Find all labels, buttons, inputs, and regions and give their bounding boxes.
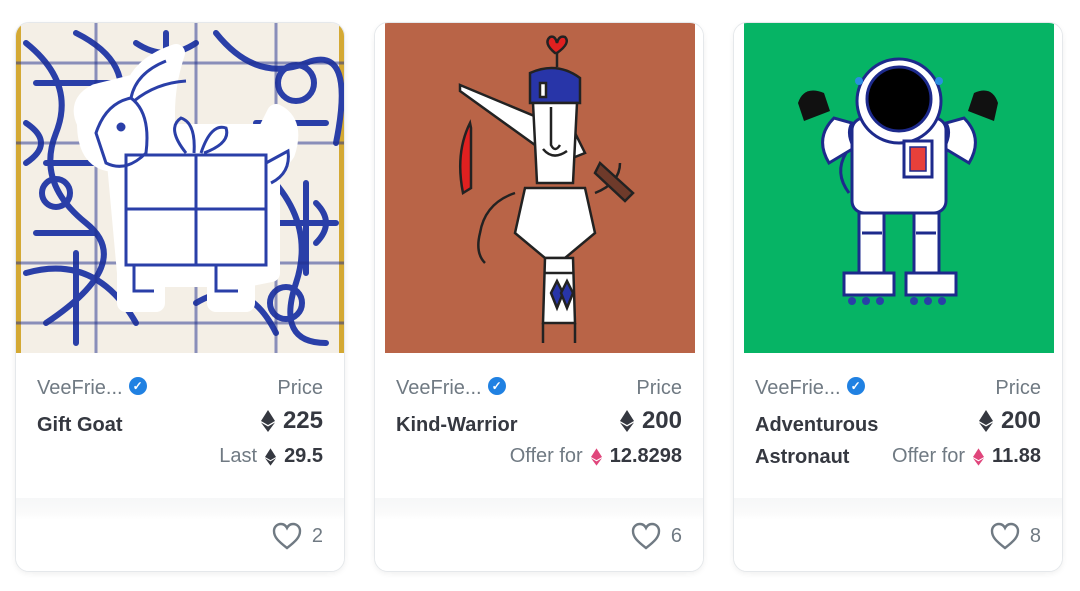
nft-name[interactable]: Kind-Warrior [396, 409, 556, 441]
best-offer-value: 12.8298 [609, 445, 682, 467]
price-value: 200 [978, 407, 1041, 435]
best-offer-label: Offer for [509, 445, 583, 467]
nft-image-goat[interactable] [16, 23, 344, 353]
nft-card[interactable]: VeeFrie... ✓ Adventurous Astronaut Price… [733, 22, 1063, 572]
goat-artwork [16, 23, 344, 353]
price-label: Price [995, 377, 1041, 399]
verified-badge-icon: ✓ [128, 376, 147, 395]
astronaut-artwork [734, 23, 1062, 353]
card-info: VeeFrie... ✓ Kind-Warrior Price 200 Offe… [375, 353, 703, 498]
collection-link[interactable]: VeeFrie... [37, 377, 123, 400]
favorite-count: 8 [1029, 524, 1041, 547]
collection-link[interactable]: VeeFrie... [396, 377, 482, 400]
last-sale-value: 29.5 [284, 445, 323, 467]
nft-image-astronaut[interactable] [734, 23, 1062, 353]
nft-image-warrior[interactable] [375, 23, 703, 353]
favorite-button[interactable]: 2 [272, 522, 323, 550]
best-offer: Offer for 12.8298 [510, 445, 682, 468]
warrior-artwork [375, 23, 703, 353]
favorite-count: 2 [311, 524, 323, 547]
nft-name[interactable]: Gift Goat [37, 409, 197, 441]
best-offer-label: Offer for [892, 445, 966, 467]
price-amount: 200 [1000, 407, 1041, 434]
collection-name[interactable]: VeeFrie... ✓ [37, 376, 147, 400]
nft-name[interactable]: Adventurous Astronaut [755, 409, 915, 473]
ethereum-icon [619, 410, 634, 432]
favorite-count: 6 [670, 524, 682, 547]
collection-name[interactable]: VeeFrie... ✓ [396, 376, 506, 400]
price-label: Price [277, 377, 323, 399]
last-sale: Last 29.5 [219, 445, 323, 468]
collection-name[interactable]: VeeFrie... ✓ [755, 376, 865, 400]
card-footer: 2 [16, 498, 344, 571]
ethereum-icon [978, 410, 993, 432]
weth-icon [590, 447, 602, 466]
favorite-button[interactable]: 8 [990, 522, 1041, 550]
best-offer-value: 11.88 [992, 445, 1041, 467]
heart-icon[interactable] [631, 522, 661, 550]
best-offer: Offer for 11.88 [892, 445, 1041, 468]
heart-icon[interactable] [272, 522, 302, 550]
card-info: VeeFrie... ✓ Adventurous Astronaut Price… [734, 353, 1062, 498]
price-amount: 200 [641, 407, 682, 434]
ethereum-icon [265, 447, 277, 466]
collection-link[interactable]: VeeFrie... [755, 377, 841, 400]
nft-card[interactable]: VeeFrie... ✓ Kind-Warrior Price 200 Offe… [374, 22, 704, 572]
weth-icon [973, 447, 985, 466]
price-amount: 225 [282, 407, 323, 434]
card-footer: 6 [375, 498, 703, 571]
verified-badge-icon: ✓ [846, 376, 865, 395]
nft-card[interactable]: VeeFrie... ✓ Gift Goat Price 225 Last 29… [15, 22, 345, 572]
price-value: 200 [619, 407, 682, 435]
price-label: Price [636, 377, 682, 399]
card-footer: 8 [734, 498, 1062, 571]
last-sale-label: Last [219, 445, 258, 467]
nft-card-grid: VeeFrie... ✓ Gift Goat Price 225 Last 29… [0, 0, 1080, 591]
card-info: VeeFrie... ✓ Gift Goat Price 225 Last 29… [16, 353, 344, 498]
heart-icon[interactable] [990, 522, 1020, 550]
favorite-button[interactable]: 6 [631, 522, 682, 550]
ethereum-icon [260, 410, 275, 432]
price-value: 225 [260, 407, 323, 435]
verified-badge-icon: ✓ [487, 376, 506, 395]
